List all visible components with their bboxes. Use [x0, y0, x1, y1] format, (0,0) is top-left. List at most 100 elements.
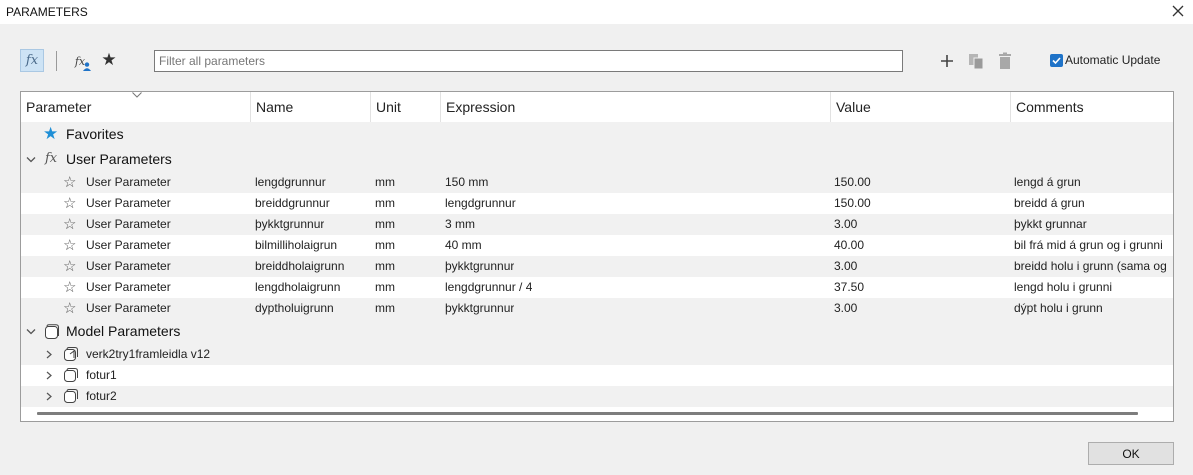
fx-user-icon: fx: [75, 55, 91, 71]
unit-cell[interactable]: mm: [375, 214, 395, 235]
model-tree-item[interactable]: fotur2: [21, 386, 1173, 407]
expression-cell[interactable]: lengdgrunnur: [445, 193, 516, 214]
sort-indicator-icon: [132, 92, 142, 98]
table-row[interactable]: ☆ User Parameter dyptholuigrunn mm þykktgrun…: [21, 298, 1173, 319]
fx-icon: fx: [45, 151, 58, 166]
comment-cell[interactable]: bil frá mid á grun og i grunni: [1014, 235, 1172, 256]
table-row[interactable]: ☆ User Parameter bilmilliholaigrun mm 40 mm 4…: [21, 235, 1173, 256]
parameter-type-cell: User Parameter: [86, 259, 171, 273]
expression-cell[interactable]: lengdgrunnur / 4: [445, 277, 532, 298]
filter-input[interactable]: [154, 50, 903, 72]
name-cell[interactable]: bilmilliholaigrun: [255, 235, 337, 256]
comment-cell[interactable]: þykkt grunnar: [1014, 214, 1172, 235]
column-header-expression[interactable]: Expression: [441, 92, 831, 122]
fx-icon: fx: [25, 53, 39, 68]
model-tree-item[interactable]: fotur1: [21, 365, 1173, 386]
name-cell[interactable]: dyptholuigrunn: [255, 298, 334, 319]
column-header-name[interactable]: Name: [251, 92, 371, 122]
model-parameters-label: Model Parameters: [66, 323, 181, 339]
chevron-down-icon[interactable]: [26, 156, 36, 164]
table-row[interactable]: ☆ User Parameter breiddholaigrunn mm þykktgr…: [21, 256, 1173, 277]
favorites-label: Favorites: [66, 126, 124, 142]
unit-cell[interactable]: mm: [375, 277, 395, 298]
expression-cell[interactable]: 150 mm: [445, 172, 488, 193]
column-header-unit[interactable]: Unit: [371, 92, 441, 122]
comment-cell[interactable]: lengd holu i grunni: [1014, 277, 1172, 298]
copy-icon: [969, 54, 984, 70]
ok-button[interactable]: OK: [1088, 442, 1174, 465]
user-parameters-label: User Parameters: [66, 151, 172, 167]
value-cell[interactable]: 3.00: [834, 256, 857, 277]
favorite-star-icon[interactable]: ☆: [63, 214, 76, 235]
parameter-type-cell: User Parameter: [86, 280, 171, 294]
comment-cell[interactable]: lengd á grun: [1014, 172, 1172, 193]
model-tree-item[interactable]: verk2try1framleidla v12: [21, 344, 1173, 365]
expression-cell[interactable]: þykktgrunnur: [445, 256, 514, 277]
favorites-filter-button[interactable]: ★: [99, 50, 119, 70]
horizontal-scrollbar[interactable]: [37, 412, 1138, 415]
chevron-right-icon[interactable]: [46, 350, 52, 359]
expression-cell[interactable]: þykktgrunnur: [445, 298, 514, 319]
table-row[interactable]: ☆ User Parameter breiddgrunnur mm lengdgrunn…: [21, 193, 1173, 214]
parameter-type-cell: User Parameter: [86, 217, 171, 231]
unit-cell[interactable]: mm: [375, 193, 395, 214]
chevron-down-icon[interactable]: [26, 328, 36, 336]
name-cell[interactable]: lengdgrunnur: [255, 172, 326, 193]
parameter-type-cell: User Parameter: [86, 238, 171, 252]
favorite-star-icon[interactable]: ☆: [63, 193, 76, 214]
trash-icon: [999, 52, 1011, 69]
column-header-comments[interactable]: Comments: [1011, 92, 1173, 122]
expression-cell[interactable]: 40 mm: [445, 235, 482, 256]
name-cell[interactable]: breiddgrunnur: [255, 193, 330, 214]
comment-cell[interactable]: breidd holu i grunn (sama og: [1014, 256, 1172, 277]
parameter-type-cell: User Parameter: [86, 196, 171, 210]
star-icon: ★: [101, 50, 117, 69]
comment-cell[interactable]: breidd á grun: [1014, 193, 1172, 214]
expression-cell[interactable]: 3 mm: [445, 214, 475, 235]
body-cube-icon: [64, 389, 78, 403]
chevron-right-icon[interactable]: [46, 392, 52, 401]
close-icon[interactable]: [1170, 3, 1186, 19]
favorite-star-icon[interactable]: ☆: [63, 235, 76, 256]
value-cell[interactable]: 3.00: [834, 298, 857, 319]
column-header-value[interactable]: Value: [831, 92, 1011, 122]
name-cell[interactable]: lengdholaigrunn: [255, 277, 340, 298]
unit-cell[interactable]: mm: [375, 256, 395, 277]
name-cell[interactable]: breiddholaigrunn: [255, 256, 344, 277]
title-bar: PARAMETERS: [0, 0, 1193, 24]
fx-filter-toggle-button[interactable]: fx: [20, 49, 44, 72]
add-parameter-button[interactable]: [937, 50, 957, 72]
component-icon: [64, 347, 78, 361]
value-cell[interactable]: 37.50: [834, 277, 864, 298]
unit-cell[interactable]: mm: [375, 172, 395, 193]
user-parameters-group-row[interactable]: fx User Parameters: [21, 147, 1173, 172]
value-cell[interactable]: 40.00: [834, 235, 864, 256]
favorite-star-icon[interactable]: ☆: [63, 277, 76, 298]
value-cell[interactable]: 3.00: [834, 214, 857, 235]
automatic-update-label: Automatic Update: [1065, 53, 1161, 67]
favorite-star-icon[interactable]: ☆: [63, 172, 76, 193]
body-cube-icon: [45, 324, 59, 339]
table-row[interactable]: ☆ User Parameter þykktgrunnur mm 3 mm 3.00 þyk…: [21, 214, 1173, 235]
automatic-update-checkbox[interactable]: Automatic Update: [1050, 53, 1160, 67]
model-item-label: fotur2: [86, 389, 117, 403]
body-cube-icon: [64, 368, 78, 382]
favorites-group-row[interactable]: ★ Favorites: [21, 122, 1173, 147]
delete-parameter-button[interactable]: [994, 51, 1016, 71]
value-cell[interactable]: 150.00: [834, 172, 871, 193]
favorite-star-icon[interactable]: ☆: [63, 298, 76, 319]
chevron-right-icon[interactable]: [46, 371, 52, 380]
table-row[interactable]: ☆ User Parameter lengdholaigrunn mm lengdgru…: [21, 277, 1173, 298]
user-parameters-filter-button[interactable]: fx: [70, 51, 91, 71]
name-cell[interactable]: þykktgrunnur: [255, 214, 324, 235]
favorite-star-icon[interactable]: ☆: [63, 256, 76, 277]
unit-cell[interactable]: mm: [375, 298, 395, 319]
value-cell[interactable]: 150.00: [834, 193, 871, 214]
table-row[interactable]: ☆ User Parameter lengdgrunnur mm 150 mm 150.0…: [21, 172, 1173, 193]
model-parameters-group-row[interactable]: Model Parameters: [21, 319, 1173, 344]
comment-cell[interactable]: dýpt holu i grunn: [1014, 298, 1172, 319]
parameters-table: Parameter Name Unit Expression Value Com…: [20, 91, 1174, 422]
unit-cell[interactable]: mm: [375, 235, 395, 256]
copy-parameter-button[interactable]: [965, 51, 987, 71]
plus-icon: [941, 55, 953, 67]
